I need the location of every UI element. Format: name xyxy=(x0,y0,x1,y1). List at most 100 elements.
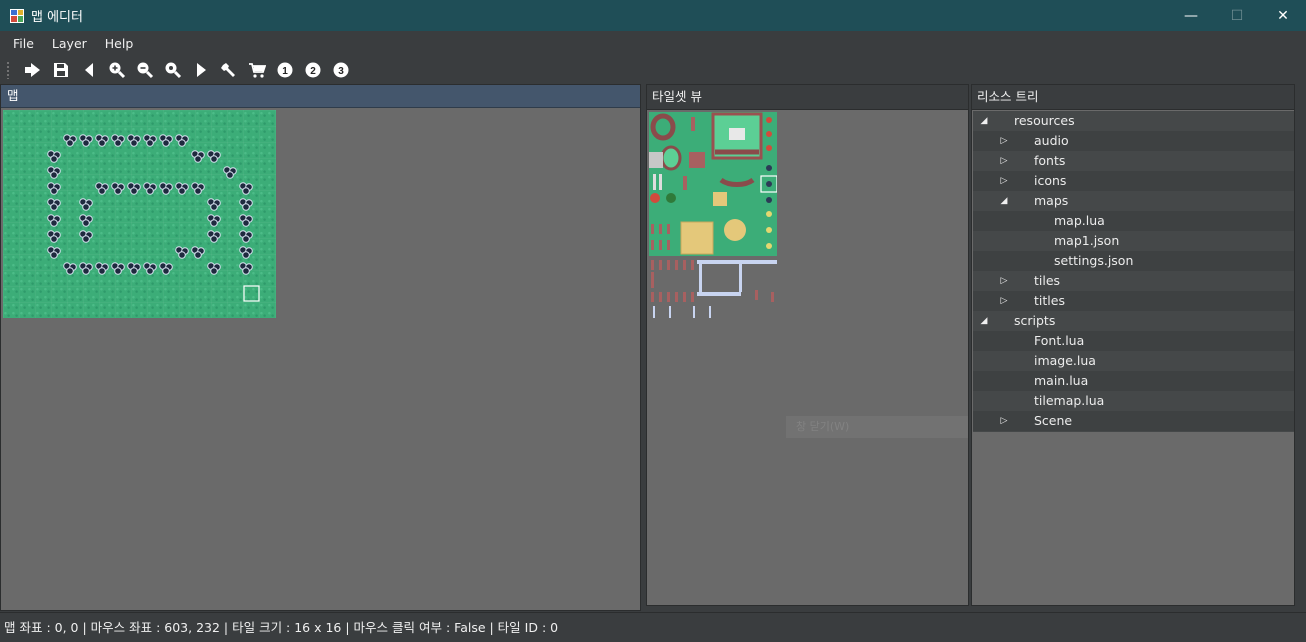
menu-layer[interactable]: Layer xyxy=(43,36,96,51)
tree-item[interactable]: ▷ Scene xyxy=(973,411,1294,431)
maximize-button[interactable]: ☐ xyxy=(1214,0,1260,31)
tree-item-label: tilemap.lua xyxy=(1034,393,1105,408)
close-button[interactable]: ✕ xyxy=(1260,0,1306,31)
toolbar-grip[interactable] xyxy=(6,60,10,79)
tile-cursor xyxy=(243,285,260,302)
wrench-icon[interactable] xyxy=(215,59,243,81)
layer-3-label: 3 xyxy=(338,66,344,77)
menu-file[interactable]: File xyxy=(4,36,43,51)
bush-tile xyxy=(239,182,253,195)
bush-tile xyxy=(63,134,77,147)
bush-tile xyxy=(79,230,93,243)
bush-tile xyxy=(79,262,93,275)
bush-tile xyxy=(79,134,93,147)
bush-tile xyxy=(79,198,93,211)
tileset-image[interactable] xyxy=(649,112,777,320)
tileset-panel: 타일셋 뷰 창 닫기(W) xyxy=(646,84,969,606)
bush-tile xyxy=(191,150,205,163)
bush-tile xyxy=(47,182,61,195)
collapse-triangle-icon[interactable]: ◢ xyxy=(978,311,990,331)
zoom-out-icon[interactable] xyxy=(131,59,159,81)
toolbar: 1 2 3 xyxy=(0,56,1306,83)
expand-triangle-icon[interactable]: ▷ xyxy=(998,131,1010,151)
tree-item[interactable]: ◢ maps xyxy=(973,191,1294,211)
tree-item-label: maps xyxy=(1034,193,1069,208)
bush-tile xyxy=(111,182,125,195)
play-icon[interactable] xyxy=(187,59,215,81)
tree-item[interactable]: ▷ titles xyxy=(973,291,1294,311)
bush-tile xyxy=(239,198,253,211)
bush-tile xyxy=(47,166,61,179)
bush-tile xyxy=(159,134,173,147)
tree-item[interactable]: tilemap.lua xyxy=(973,391,1294,411)
tree-item-label: map1.json xyxy=(1054,233,1120,248)
tree-item[interactable]: map.lua xyxy=(973,211,1294,231)
map-canvas[interactable] xyxy=(3,110,276,318)
save-icon[interactable] xyxy=(47,59,75,81)
tree-item-label: resources xyxy=(1014,113,1075,128)
bush-tile xyxy=(175,182,189,195)
bush-tile xyxy=(95,262,109,275)
bush-tile xyxy=(47,150,61,163)
minimize-button[interactable]: — xyxy=(1168,0,1214,31)
bush-tile xyxy=(223,166,237,179)
bush-tile xyxy=(207,198,221,211)
bush-tile xyxy=(239,214,253,227)
bush-tile xyxy=(47,198,61,211)
close-window-hint: 창 닫기(W) xyxy=(786,416,968,438)
tree-item[interactable]: ◢ resources xyxy=(973,111,1294,131)
tree-item-label: Scene xyxy=(1034,413,1073,428)
status-bar: 맵 좌표 : 0, 0 | 마우스 좌표 : 603, 232 | 타일 크기 … xyxy=(0,612,1306,642)
resource-tree-title: 리소스 트리 xyxy=(972,85,1294,110)
layer-1-icon[interactable]: 1 xyxy=(271,59,299,81)
zoom-in-icon[interactable] xyxy=(103,59,131,81)
tree-item-label: audio xyxy=(1034,133,1069,148)
expand-triangle-icon[interactable]: ▷ xyxy=(998,151,1010,171)
bush-tile xyxy=(47,214,61,227)
expand-triangle-icon[interactable]: ▷ xyxy=(998,171,1010,191)
tree-item[interactable]: ◢ scripts xyxy=(973,311,1294,331)
tree-item[interactable]: ▷ icons xyxy=(973,171,1294,191)
bush-tile xyxy=(191,246,205,259)
tree-item[interactable]: Font.lua xyxy=(973,331,1294,351)
resource-tree: ◢ resources ▷ audio ▷ fonts ▷ icons ◢ maps map.lua… xyxy=(973,111,1294,432)
tree-item-label: image.lua xyxy=(1034,353,1096,368)
app-icon xyxy=(10,8,24,23)
resource-tree-panel: 리소스 트리 ◢ resources ▷ audio ▷ fonts ▷ icons ◢ maps… xyxy=(971,84,1295,606)
zoom-reset-icon[interactable] xyxy=(159,59,187,81)
tree-item-label: fonts xyxy=(1034,153,1066,168)
tree-item[interactable]: map1.json xyxy=(973,231,1294,251)
bush-tile xyxy=(175,134,189,147)
back-icon[interactable] xyxy=(75,59,103,81)
bush-tile xyxy=(191,182,205,195)
expand-triangle-icon[interactable]: ▷ xyxy=(998,271,1010,291)
tree-item[interactable]: ▷ tiles xyxy=(973,271,1294,291)
bush-tile xyxy=(95,134,109,147)
layer-2-label: 2 xyxy=(310,66,316,77)
menu-bar: File Layer Help xyxy=(0,31,1306,55)
tree-item[interactable]: ▷ fonts xyxy=(973,151,1294,171)
bush-tile xyxy=(207,214,221,227)
tree-item[interactable]: ▷ audio xyxy=(973,131,1294,151)
collapse-triangle-icon[interactable]: ◢ xyxy=(998,191,1010,211)
layer-3-icon[interactable]: 3 xyxy=(327,59,355,81)
tree-item-label: icons xyxy=(1034,173,1067,188)
expand-triangle-icon[interactable]: ▷ xyxy=(998,411,1010,431)
map-tiles xyxy=(47,134,260,302)
tree-item[interactable]: image.lua xyxy=(973,351,1294,371)
tree-item[interactable]: settings.json xyxy=(973,251,1294,271)
bush-tile xyxy=(127,262,141,275)
cart-icon[interactable] xyxy=(243,59,271,81)
tree-item-label: tiles xyxy=(1034,273,1061,288)
bush-tile xyxy=(239,230,253,243)
map-panel-title: 맵 xyxy=(1,85,640,108)
collapse-triangle-icon[interactable]: ◢ xyxy=(978,111,990,131)
bush-tile xyxy=(239,246,253,259)
load-arrow-icon[interactable] xyxy=(19,59,47,81)
menu-help[interactable]: Help xyxy=(96,36,143,51)
layer-2-icon[interactable]: 2 xyxy=(299,59,327,81)
map-panel: 맵 xyxy=(0,84,641,611)
bush-tile xyxy=(207,150,221,163)
expand-triangle-icon[interactable]: ▷ xyxy=(998,291,1010,311)
tree-item[interactable]: main.lua xyxy=(973,371,1294,391)
